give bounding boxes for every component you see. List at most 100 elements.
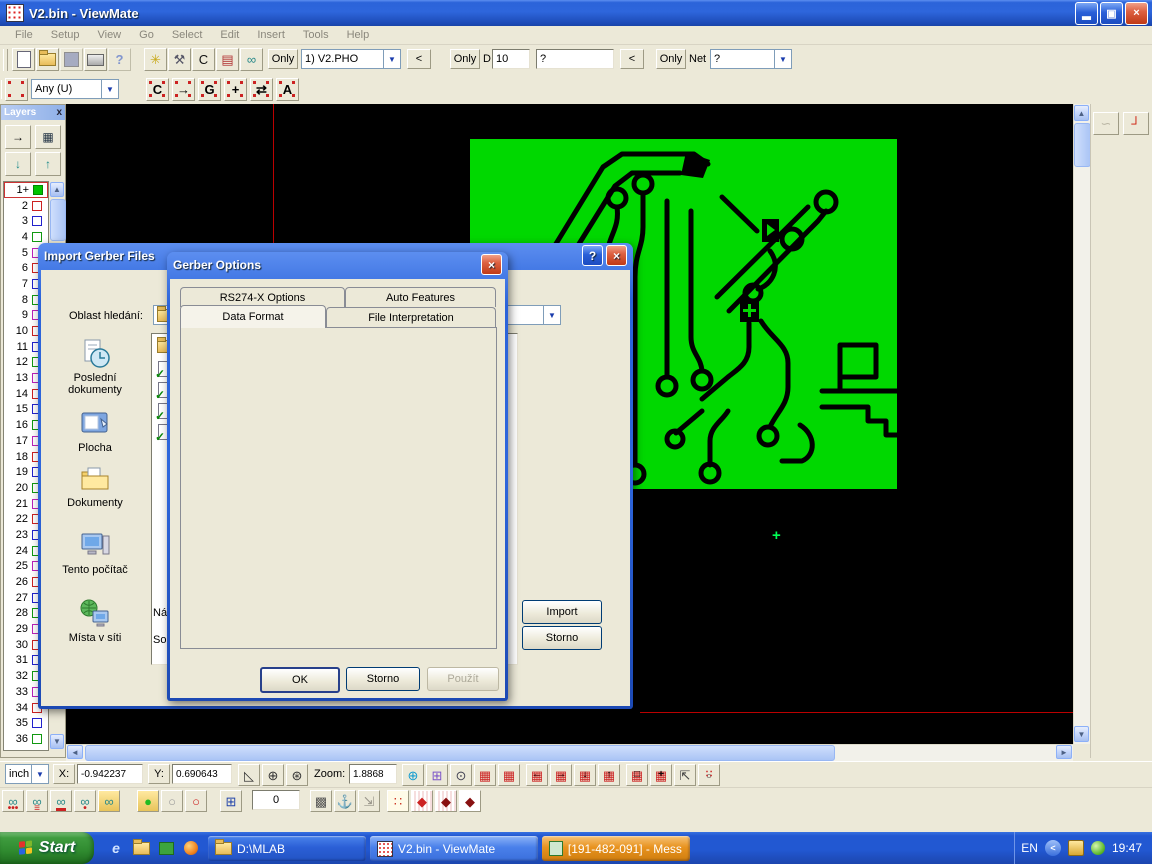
place-documents[interactable]: Dokumenty bbox=[49, 463, 141, 509]
stretch-icon[interactable]: ⇲ bbox=[358, 790, 380, 812]
zoom-field[interactable]: 1.8868 bbox=[349, 764, 397, 784]
cancel-button[interactable]: Storno bbox=[346, 667, 420, 691]
tool-c-button[interactable]: C bbox=[146, 78, 169, 101]
layer-row[interactable]: 36 bbox=[4, 731, 48, 747]
quicklaunch-ie-icon[interactable]: e bbox=[106, 839, 126, 857]
menu-item[interactable]: File bbox=[6, 27, 42, 43]
scroll-up-icon[interactable]: ▲ bbox=[1074, 105, 1089, 121]
open-file-icon[interactable] bbox=[36, 48, 59, 71]
corner-tool-icon[interactable]: ┘ bbox=[1123, 112, 1149, 135]
pattern-sparse-icon[interactable]: ∷ bbox=[387, 790, 409, 812]
scroll-up-icon[interactable]: ▲ bbox=[50, 182, 64, 197]
taskbar-item-viewmate[interactable]: V2.bin - ViewMate bbox=[370, 836, 538, 861]
cancel-button[interactable]: Storno bbox=[522, 626, 602, 650]
view-lines-icon[interactable]: ∞≡ bbox=[26, 790, 48, 812]
layer-row[interactable]: 35 bbox=[4, 715, 48, 731]
dot-grid-icon[interactable]: ▩ bbox=[310, 790, 332, 812]
chevron-down-icon[interactable]: ▼ bbox=[101, 80, 118, 98]
y-coord-field[interactable]: 0.690643 bbox=[172, 764, 232, 784]
layer-shift-icon[interactable]: → bbox=[5, 125, 31, 149]
chevron-down-icon[interactable]: ▼ bbox=[31, 765, 48, 783]
layer-scroll-thumb[interactable] bbox=[50, 199, 66, 241]
menu-item[interactable]: View bbox=[88, 27, 130, 43]
anchor-icon[interactable]: ⚓ bbox=[334, 790, 356, 812]
layer-config-icon[interactable]: ▦ bbox=[35, 125, 61, 149]
scroll-down-icon[interactable]: ▼ bbox=[50, 734, 64, 749]
menu-item[interactable]: Tools bbox=[294, 27, 338, 43]
import-button[interactable]: Import bbox=[522, 600, 602, 624]
selector-mode-icon[interactable] bbox=[5, 78, 28, 101]
grid-show-icon[interactable]: ▦ bbox=[498, 764, 520, 786]
tab-data-format[interactable]: Data Format bbox=[180, 305, 326, 328]
menu-item[interactable]: Setup bbox=[42, 27, 89, 43]
quicklaunch-folder-icon[interactable] bbox=[131, 839, 151, 857]
canvas-vscrollbar[interactable] bbox=[1073, 104, 1091, 744]
quicklaunch-book-icon[interactable] bbox=[156, 839, 176, 857]
taskbar-item-explorer[interactable]: D:\MLAB bbox=[208, 836, 366, 861]
view-dcodes-icon[interactable]: ∞••• bbox=[2, 790, 24, 812]
menu-item[interactable]: Go bbox=[130, 27, 163, 43]
unit-combo[interactable]: inch ▼ bbox=[5, 764, 49, 784]
layer-color-swatch[interactable] bbox=[33, 185, 43, 195]
hscroll-thumb[interactable] bbox=[85, 745, 835, 761]
ok-button[interactable]: OK bbox=[260, 667, 340, 693]
crosshair-icon[interactable]: ⊕ bbox=[262, 764, 284, 786]
layer-combo[interactable]: 1) V2.PHO ▼ bbox=[301, 49, 401, 69]
layer-color-swatch[interactable] bbox=[32, 718, 42, 728]
start-button[interactable]: Start bbox=[0, 832, 94, 864]
only-dcode-button[interactable]: Only bbox=[450, 49, 480, 69]
minimize-button[interactable]: ▂ bbox=[1075, 2, 1098, 25]
view-points-icon[interactable]: ∞• bbox=[74, 790, 96, 812]
pan-right-icon[interactable]: ▦→ bbox=[550, 764, 572, 786]
dcode-value-field[interactable]: 10 bbox=[492, 49, 530, 69]
aperture-icon[interactable]: ✳ bbox=[144, 48, 167, 71]
grid-value-field[interactable]: 0 bbox=[252, 790, 300, 810]
chevron-down-icon[interactable]: ▼ bbox=[774, 50, 791, 68]
close-icon[interactable]: x bbox=[56, 107, 62, 118]
lasso-icon[interactable]: ∽ bbox=[1093, 112, 1119, 135]
layer-row[interactable]: 2 bbox=[4, 198, 48, 214]
print-icon[interactable] bbox=[84, 48, 107, 71]
menu-item[interactable]: Insert bbox=[248, 27, 294, 43]
tools-icon[interactable]: ⚒ bbox=[168, 48, 191, 71]
colors-icon[interactable]: ▤ bbox=[216, 48, 239, 71]
protractor-icon[interactable]: ◺ bbox=[238, 764, 260, 786]
tray-notes-icon[interactable] bbox=[1068, 840, 1084, 856]
view-highlight-icon[interactable]: ∞ bbox=[98, 790, 120, 812]
place-recent[interactable]: Poslední dokumenty bbox=[49, 338, 141, 396]
tab-rs274x[interactable]: RS274-X Options bbox=[180, 287, 345, 307]
pan-down-icon[interactable]: ▦↓ bbox=[574, 764, 596, 786]
layer-color-swatch[interactable] bbox=[32, 201, 42, 211]
net-combo[interactable]: ? ▼ bbox=[710, 49, 792, 69]
layer-color-swatch[interactable] bbox=[32, 216, 42, 226]
new-file-icon[interactable] bbox=[12, 48, 35, 71]
chevron-down-icon[interactable]: ▼ bbox=[383, 50, 400, 68]
place-network[interactable]: Místa v síti bbox=[49, 598, 141, 644]
close-button[interactable]: × bbox=[481, 254, 502, 275]
pattern-diamond-icon[interactable]: ◆ bbox=[411, 790, 433, 812]
save-file-icon[interactable] bbox=[60, 48, 83, 71]
select-area-icon[interactable]: ▫∷ bbox=[698, 764, 720, 786]
board-on-lamp-icon[interactable]: ● bbox=[137, 790, 159, 812]
place-desktop[interactable]: Plocha bbox=[49, 408, 141, 454]
zoom-block-icon[interactable]: ▦□ bbox=[626, 764, 648, 786]
pan-up-icon[interactable]: ▦↑ bbox=[598, 764, 620, 786]
layer-color-swatch[interactable] bbox=[32, 232, 42, 242]
tab-file-interpretation[interactable]: File Interpretation bbox=[326, 307, 496, 327]
menu-item[interactable]: Help bbox=[338, 27, 379, 43]
pan-left-icon[interactable]: ▦← bbox=[526, 764, 548, 786]
layers-panel-title[interactable]: Layers x bbox=[1, 105, 65, 120]
layer-up-icon[interactable]: ↑ bbox=[35, 152, 61, 176]
view-shapes-icon[interactable]: ∞▬ bbox=[50, 790, 72, 812]
layer-row[interactable]: 1+ bbox=[4, 182, 48, 198]
tool-a-button[interactable]: A bbox=[276, 78, 299, 101]
probe-lamp-icon[interactable]: ○ bbox=[185, 790, 207, 812]
origin-waves-icon[interactable]: ⊛ bbox=[286, 764, 308, 786]
tool-arrow-button[interactable]: → bbox=[172, 78, 195, 101]
lamp-off-icon[interactable]: ○ bbox=[161, 790, 183, 812]
grid-goto-icon[interactable]: ▦ bbox=[474, 764, 496, 786]
dcode-c-icon[interactable]: C bbox=[192, 48, 215, 71]
context-help-icon[interactable]: ? bbox=[108, 48, 131, 71]
tile-windows-icon[interactable]: ⊞ bbox=[220, 790, 242, 812]
zoom-block-add-icon[interactable]: ▦+ bbox=[650, 764, 672, 786]
